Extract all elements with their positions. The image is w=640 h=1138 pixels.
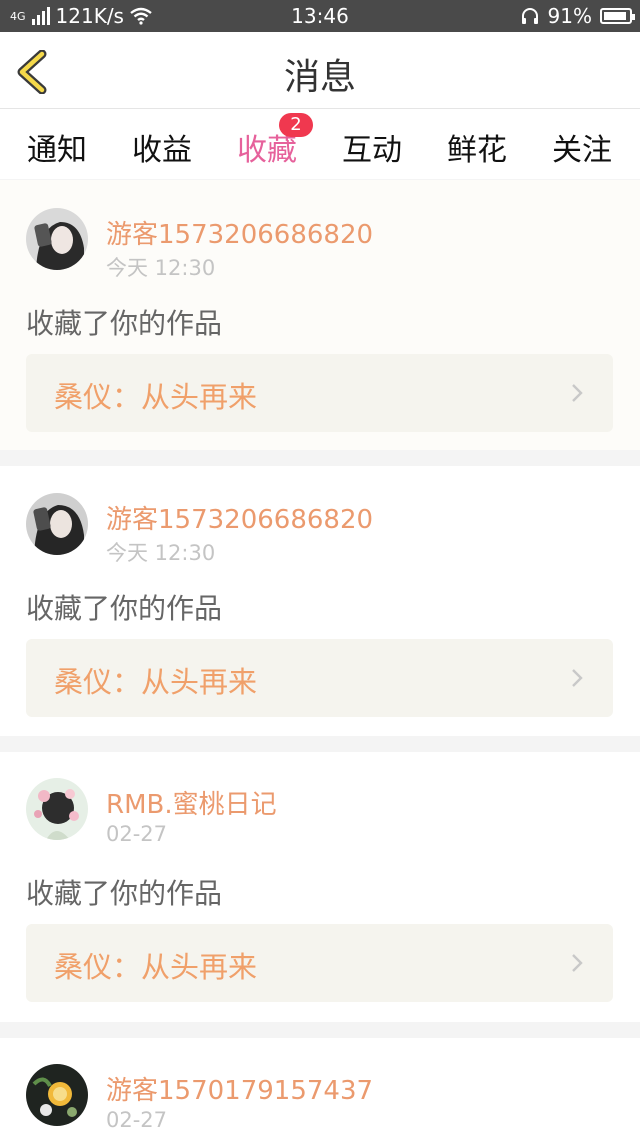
tab-label: 通知 [27, 133, 87, 168]
work-link[interactable]: 桑仪：从头再来 [26, 924, 613, 1002]
username[interactable]: RMB.蜜桃日记 [106, 784, 277, 821]
avatar[interactable] [26, 208, 88, 270]
work-link[interactable]: 桑仪：从头再来 [26, 354, 613, 432]
tab-following[interactable]: 关注 [542, 125, 622, 169]
avatar[interactable] [26, 778, 88, 840]
chevron-right-icon [572, 384, 583, 402]
timestamp: 02-27 [106, 822, 168, 846]
headset-icon [521, 8, 538, 24]
message-item: RMB.蜜桃日记 02-27 收藏了你的作品 桑仪：从头再来 [0, 752, 640, 1022]
chevron-right-icon [572, 669, 583, 687]
avatar-image [26, 778, 88, 840]
chevron-right-icon [572, 954, 583, 972]
status-right: 91% [520, 4, 635, 28]
username[interactable]: 游客1573206686820 [106, 499, 373, 536]
timestamp: 02-27 [106, 1108, 168, 1132]
navigation-header: 消息 [0, 32, 640, 109]
activity-text: 收藏了你的作品 [26, 592, 223, 625]
battery-percent: 91% [547, 4, 592, 28]
avatar[interactable] [26, 1064, 88, 1126]
tab-favorites[interactable]: 收藏 2 [227, 113, 313, 185]
tab-label: 收藏 [237, 133, 297, 168]
unread-badge: 2 [279, 113, 313, 137]
work-title: 桑仪：从头再来 [54, 950, 258, 984]
timestamp: 今天 12:30 [106, 541, 216, 565]
work-title: 桑仪：从头再来 [54, 665, 258, 699]
message-item: 游客1573206686820 今天 12:30 收藏了你的作品 桑仪：从头再来 [0, 466, 640, 736]
username[interactable]: 游客1573206686820 [106, 214, 373, 251]
avatar-image [26, 1064, 88, 1126]
page-title: 消息 [283, 57, 356, 98]
activity-text: 收藏了你的作品 [26, 307, 223, 340]
username[interactable]: 游客1570179157437 [106, 1070, 373, 1107]
tab-label: 收益 [132, 133, 192, 168]
tab-interactions[interactable]: 互动 [332, 125, 412, 169]
tab-bar: 通知 收益 收藏 2 互动 鲜花 关注 [0, 109, 640, 185]
work-link[interactable]: 桑仪：从头再来 [26, 639, 613, 717]
activity-text: 收藏了你的作品 [26, 877, 223, 910]
work-title: 桑仪：从头再来 [54, 380, 258, 414]
tab-earnings[interactable]: 收益 [122, 125, 202, 169]
tab-flowers[interactable]: 鲜花 [437, 125, 517, 169]
message-item: 游客1570179157437 02-27 [0, 1038, 640, 1138]
tab-label: 鲜花 [447, 133, 507, 168]
battery-icon [600, 8, 635, 24]
tab-notifications[interactable]: 通知 [17, 125, 97, 169]
timestamp: 今天 12:30 [106, 256, 216, 280]
status-bar: 4G 121K/s 13:46 91% [0, 0, 640, 32]
tab-label: 关注 [552, 133, 612, 168]
avatar-image [26, 208, 88, 270]
avatar-image [26, 493, 88, 555]
tab-label: 互动 [342, 133, 402, 168]
avatar[interactable] [26, 493, 88, 555]
message-item: 游客1573206686820 今天 12:30 收藏了你的作品 桑仪：从头再来 [0, 180, 640, 450]
